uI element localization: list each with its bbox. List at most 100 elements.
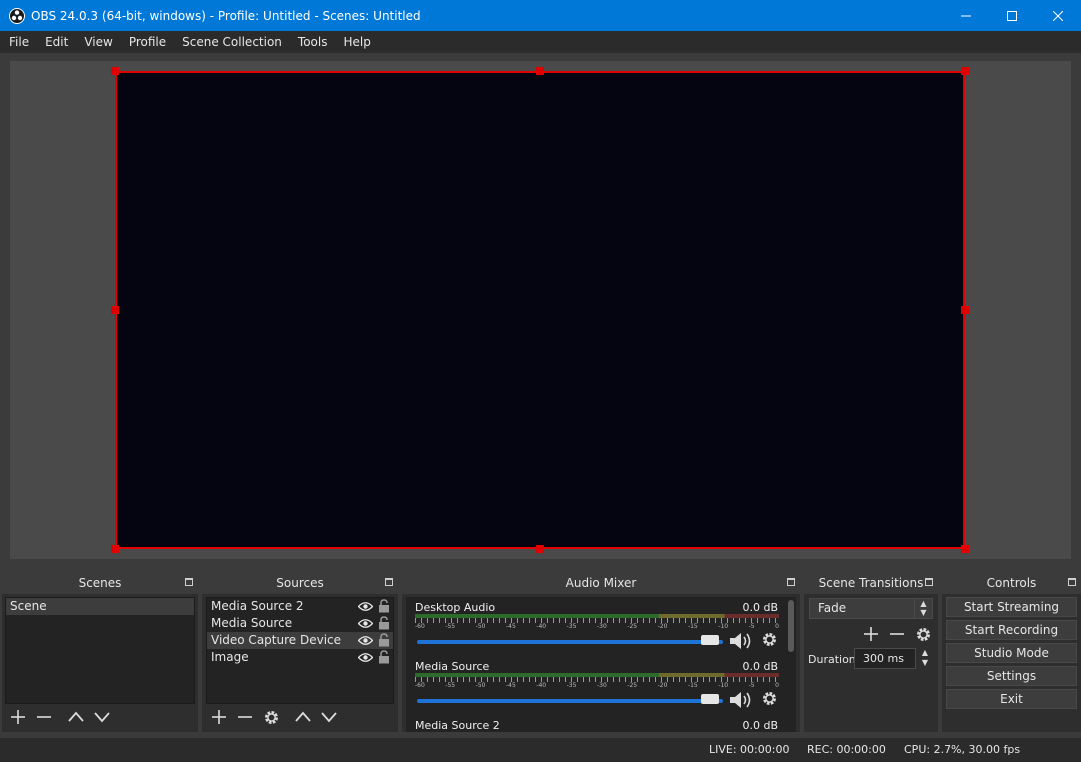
- scale-label: 0: [775, 623, 779, 630]
- add-source-button[interactable]: [206, 705, 232, 729]
- resize-handle-bottom-left[interactable]: [111, 545, 119, 553]
- sources-title: Sources: [276, 576, 324, 590]
- close-icon: [1053, 10, 1063, 21]
- scale-label: -50: [475, 623, 486, 630]
- resize-handle-right[interactable]: [961, 306, 969, 314]
- transition-select[interactable]: Fade ▲ ▼: [809, 598, 933, 619]
- preview-canvas[interactable]: [115, 71, 965, 549]
- volume-slider[interactable]: [417, 640, 723, 644]
- obs-logo-icon: [9, 7, 25, 24]
- add-transition-button[interactable]: [858, 624, 884, 644]
- dock-float-icon[interactable]: [787, 578, 795, 586]
- start-recording-button[interactable]: Start Recording: [946, 620, 1077, 640]
- dock-float-icon[interactable]: [385, 578, 393, 586]
- move-scene-up-button[interactable]: [63, 705, 89, 729]
- scene-transitions-dock: Scene Transitions Fade ▲ ▼ Duration 300 m…: [804, 572, 938, 732]
- volume-slider[interactable]: [417, 699, 723, 703]
- maximize-button[interactable]: [989, 0, 1035, 31]
- chevron-down-icon: [94, 712, 110, 723]
- sources-dock-title: Sources: [202, 572, 398, 594]
- source-item[interactable]: Video Capture Device: [207, 632, 393, 649]
- speaker-icon[interactable]: [729, 690, 753, 710]
- duration-stepper[interactable]: ▲ ▼: [918, 648, 932, 669]
- chevron-down-icon[interactable]: ▼: [918, 658, 932, 668]
- move-scene-down-button[interactable]: [89, 705, 115, 729]
- source-item[interactable]: Media Source: [207, 615, 393, 632]
- resize-handle-bottom-right[interactable]: [961, 545, 969, 553]
- eye-icon[interactable]: [358, 635, 373, 646]
- menu-bar: File Edit View Profile Scene Collection …: [0, 31, 1081, 53]
- remove-scene-button[interactable]: [31, 705, 57, 729]
- volume-slider-handle[interactable]: [701, 635, 719, 645]
- dock-float-icon[interactable]: [925, 578, 933, 586]
- dock-float-icon[interactable]: [1068, 578, 1076, 586]
- source-item[interactable]: Media Source 2: [207, 598, 393, 615]
- chevron-up-icon: [68, 711, 84, 722]
- remove-transition-button[interactable]: [884, 624, 910, 644]
- mixer-channel: Media Source 0.0 dB -60 -55 -50 -45 -40 -35 -3…: [411, 656, 782, 715]
- duration-input[interactable]: 300 ms: [854, 648, 916, 669]
- menu-view[interactable]: View: [76, 31, 120, 53]
- scene-item-label: Scene: [10, 599, 47, 613]
- move-source-up-button[interactable]: [290, 705, 316, 729]
- lock-icon[interactable]: [378, 633, 390, 647]
- sources-list: Media Source 2 Media Source Video Captur…: [206, 597, 394, 704]
- source-properties-button[interactable]: [258, 705, 284, 729]
- controls-dock-title: Controls: [942, 572, 1081, 594]
- menu-edit[interactable]: Edit: [37, 31, 76, 53]
- lock-icon[interactable]: [378, 616, 390, 630]
- scale-label: -10: [718, 623, 729, 630]
- volume-slider-handle[interactable]: [701, 694, 719, 704]
- channel-db: 0.0 dB: [742, 660, 778, 673]
- menu-file[interactable]: File: [1, 31, 37, 53]
- scene-item[interactable]: Scene: [6, 598, 194, 615]
- lock-icon[interactable]: [378, 650, 390, 664]
- settings-button[interactable]: Settings: [946, 666, 1077, 686]
- controls-title: Controls: [986, 576, 1037, 590]
- maximize-icon: [1007, 10, 1017, 21]
- mixer-scrollbar-thumb[interactable]: [788, 600, 794, 652]
- sources-toolbar: [206, 704, 394, 730]
- source-item[interactable]: Image: [207, 649, 393, 666]
- window-title: OBS 24.0.3 (64-bit, windows) - Profile: …: [31, 8, 421, 23]
- mixer-channel: Desktop Audio 0.0 dB -60 -55 -50 -45 -40 -35-…: [411, 597, 782, 656]
- scale-label: -25: [627, 623, 638, 630]
- add-scene-button[interactable]: [5, 705, 31, 729]
- exit-button[interactable]: Exit: [946, 689, 1077, 709]
- resize-handle-top[interactable]: [536, 67, 544, 75]
- move-source-down-button[interactable]: [316, 705, 342, 729]
- resize-handle-top-left[interactable]: [111, 67, 119, 75]
- dock-float-icon[interactable]: [185, 578, 193, 586]
- gear-icon[interactable]: [761, 631, 778, 648]
- menu-tools[interactable]: Tools: [290, 31, 336, 53]
- chevron-up-icon[interactable]: ▲: [918, 648, 932, 658]
- resize-handle-left[interactable]: [111, 306, 119, 314]
- transition-properties-button[interactable]: [910, 624, 936, 644]
- minimize-button[interactable]: [943, 0, 989, 31]
- menu-profile[interactable]: Profile: [121, 31, 174, 53]
- speaker-icon[interactable]: [729, 631, 753, 651]
- close-window-button[interactable]: [1035, 0, 1081, 31]
- gear-icon[interactable]: [761, 690, 778, 707]
- lock-icon[interactable]: [378, 599, 390, 613]
- resize-handle-bottom[interactable]: [536, 545, 544, 553]
- channel-name: Media Source: [415, 660, 490, 673]
- resize-handle-top-right[interactable]: [961, 67, 969, 75]
- sources-dock: Sources Media Source 2 Media Source Vide…: [202, 572, 398, 732]
- scale-label: -25: [627, 682, 638, 689]
- start-streaming-button[interactable]: Start Streaming: [946, 597, 1077, 617]
- scale-label: -10: [718, 682, 729, 689]
- title-bar: OBS 24.0.3 (64-bit, windows) - Profile: …: [0, 0, 1081, 31]
- eye-icon[interactable]: [358, 618, 373, 629]
- mixer-area: Desktop Audio 0.0 dB -60 -55 -50 -45 -40 -35-…: [406, 597, 786, 732]
- studio-mode-button[interactable]: Studio Mode: [946, 643, 1077, 663]
- eye-icon[interactable]: [358, 652, 373, 663]
- transition-toolbar: [858, 624, 936, 644]
- remove-source-button[interactable]: [232, 705, 258, 729]
- meter-scale: -60 -55 -50 -45 -40 -35 -30 -25 -20 -15 -10 -5 0: [415, 682, 779, 690]
- menu-scene-collection[interactable]: Scene Collection: [174, 31, 290, 53]
- menu-help[interactable]: Help: [335, 31, 378, 53]
- eye-icon[interactable]: [358, 601, 373, 612]
- chevron-up-down-icon: ▲ ▼: [914, 599, 932, 618]
- mixer-scrollbar[interactable]: [786, 597, 796, 732]
